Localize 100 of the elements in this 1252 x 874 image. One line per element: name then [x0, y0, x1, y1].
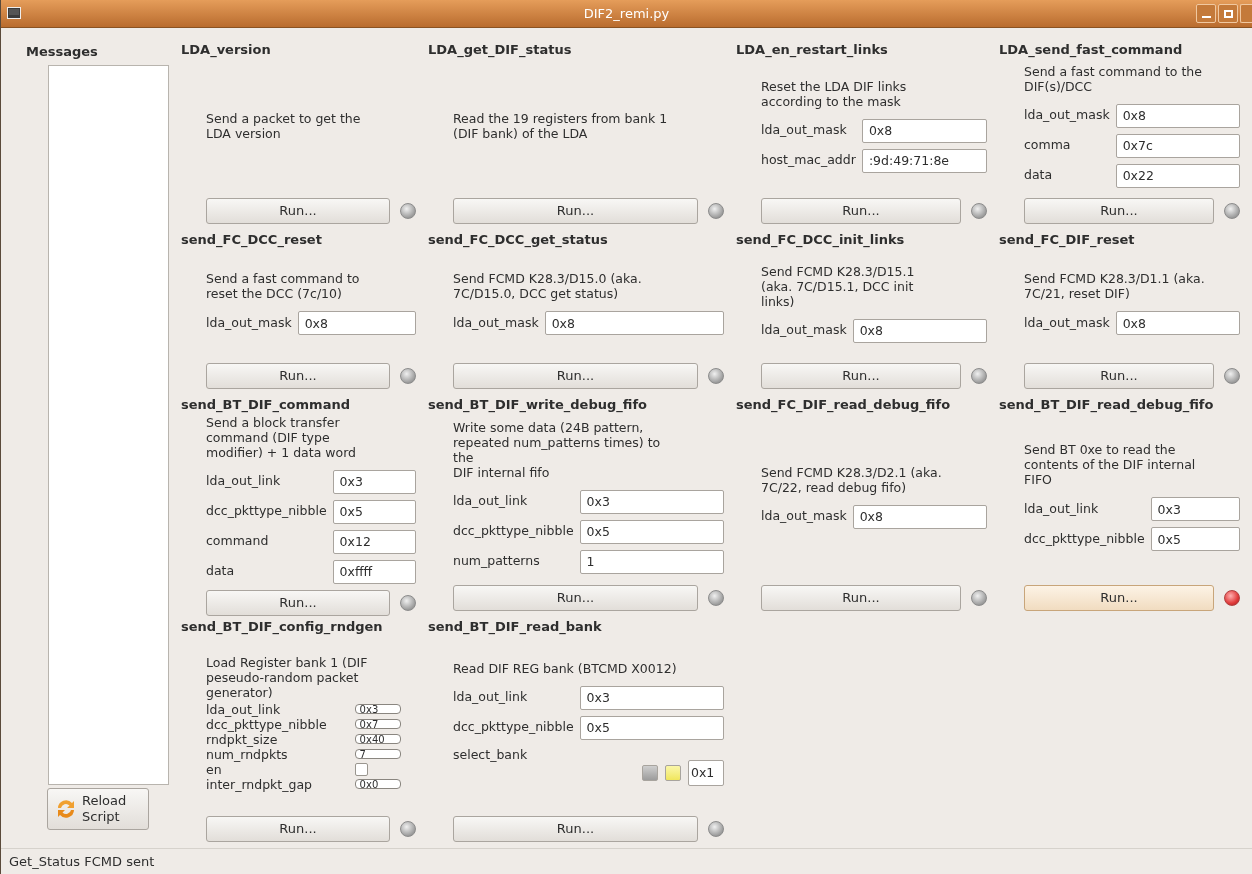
input-field[interactable]: :9d:49:71:8e: [861, 148, 987, 173]
run-button[interactable]: Run...: [453, 816, 698, 842]
input-field[interactable]: 0x0: [354, 779, 401, 790]
window-title: DIF2_remi.py: [583, 4, 670, 23]
field-label: lda_out_link: [1024, 499, 1100, 518]
field-label: en: [206, 761, 222, 777]
input-field[interactable]: 0x8: [1115, 311, 1240, 336]
field-label: num_patterns: [453, 552, 541, 571]
status-text: Get_Status FCMD sent: [9, 852, 155, 871]
input-field[interactable]: 0x8: [861, 118, 987, 143]
close-button[interactable]: [1240, 4, 1252, 23]
input-field[interactable]: 0x8: [852, 318, 987, 343]
field-label: lda_out_link: [453, 492, 529, 511]
input-field[interactable]: 0x8: [544, 311, 724, 336]
input-field[interactable]: 0x12: [332, 529, 416, 554]
input-field[interactable]: 0x8: [1115, 103, 1240, 128]
input-field[interactable]: 0x3: [1150, 497, 1240, 522]
description-text: Send a fast command to reset the DCC (7c/10): [206, 271, 361, 302]
input-field[interactable]: 0xffff: [332, 559, 416, 584]
run-button[interactable]: Run...: [761, 363, 961, 389]
run-button[interactable]: Run...: [453, 198, 698, 224]
input-field[interactable]: 0x3: [579, 489, 724, 514]
reload-script-button[interactable]: Reload Script: [47, 787, 149, 830]
description-text: Send a packet to get the LDA version: [206, 110, 362, 141]
panel-title: LDA_version: [181, 41, 272, 60]
input-field[interactable]: 0x5: [579, 519, 724, 544]
messages-heading: Messages: [26, 43, 99, 61]
field-label: dcc_pkttype_nibble: [453, 718, 574, 737]
description-text: Send a block transfer command (DIF type modifier) + 1 data word: [206, 414, 357, 460]
run-button[interactable]: Run...: [453, 585, 698, 611]
messages-list[interactable]: [48, 64, 169, 785]
field-label: command: [206, 532, 270, 551]
panel-title: send_FC_DCC_init_links: [736, 231, 906, 250]
input-field[interactable]: 0x7: [354, 719, 401, 730]
input-field[interactable]: 7: [354, 749, 401, 760]
input-field[interactable]: 0x3: [354, 704, 401, 715]
description-text: Reset the LDA DIF links according to the mask: [761, 78, 908, 109]
run-button[interactable]: Run...: [206, 816, 390, 842]
field-label: lda_out_link: [206, 701, 282, 717]
checkbox[interactable]: [354, 762, 368, 776]
field-label: dcc_pkttype_nibble: [453, 522, 574, 541]
panel-title: send_BT_DIF_config_rndgen: [181, 618, 384, 637]
run-button[interactable]: Run...: [453, 363, 698, 389]
maximize-button[interactable]: [1218, 4, 1238, 23]
field-label: num_rndpkts: [206, 746, 289, 762]
input-field[interactable]: 0x3: [332, 469, 416, 494]
panel-title: send_FC_DCC_get_status: [428, 231, 609, 250]
input-field[interactable]: 0x5: [1150, 527, 1240, 552]
run-button[interactable]: Run...: [1024, 363, 1214, 389]
field-label: lda_out_mask: [761, 121, 848, 140]
run-button[interactable]: Run...: [206, 589, 390, 616]
field-label: host_mac_addr: [761, 151, 856, 170]
field-label: comma: [1024, 136, 1072, 155]
input-field[interactable]: 0x8: [297, 311, 416, 336]
input-field[interactable]: 0x1: [688, 759, 724, 786]
panel-title: send_BT_DIF_write_debug_fifo: [428, 396, 649, 415]
input-field[interactable]: 0x40: [354, 734, 401, 745]
panel-title: LDA_send_fast_command: [999, 41, 1184, 60]
run-button[interactable]: Run...: [761, 585, 961, 611]
field-label: select_bank: [453, 745, 529, 764]
panel-title: send_FC_DIF_read_debug_fifo: [736, 396, 952, 415]
field-label: lda_out_link: [453, 688, 529, 707]
run-button[interactable]: Run...: [206, 363, 390, 389]
field-label: lda_out_mask: [453, 313, 539, 332]
field-label: inter_rndpkt_gap: [206, 776, 313, 792]
panel-title: send_FC_DIF_reset: [999, 231, 1136, 250]
run-button[interactable]: Run...: [1024, 198, 1214, 224]
run-button[interactable]: Run...: [206, 198, 390, 224]
description-text: Send FCMD K28.3/D15.0 (aka. 7C/D15.0, DCC get status): [453, 271, 643, 302]
panel-title: send_BT_DIF_command: [181, 396, 351, 415]
description-text: Write some data (24B pattern, repeated num_patterns times) to the DIF internal fifo: [453, 419, 662, 480]
input-field[interactable]: 1: [579, 549, 724, 574]
run-button[interactable]: Run...: [1024, 585, 1214, 611]
input-field[interactable]: 0x5: [579, 715, 724, 740]
description-text: Send FCMD K28.3/D2.1 (aka. 7C/22, read debug fifo): [761, 464, 943, 495]
description-text: Read DIF REG bank (BTCMD X0012): [453, 660, 678, 676]
field-label: lda_out_mask: [206, 313, 292, 332]
minimize-button[interactable]: [1196, 4, 1216, 23]
field-label: rndpkt_size: [206, 731, 278, 747]
panel-title: LDA_get_DIF_status: [428, 41, 573, 60]
field-label: dcc_pkttype_nibble: [206, 716, 327, 732]
field-label: lda_out_mask: [761, 507, 847, 526]
toggle-button[interactable]: [642, 764, 658, 781]
input-field[interactable]: 0x5: [332, 499, 416, 524]
description-text: Send BT 0xe to read the contents of the DIF internal FIFO: [1024, 442, 1197, 488]
input-field[interactable]: 0x7c: [1115, 133, 1240, 158]
toggle-button[interactable]: [665, 764, 681, 781]
input-field[interactable]: 0x8: [852, 504, 987, 529]
field-label: dcc_pkttype_nibble: [1024, 529, 1145, 548]
run-button[interactable]: Run...: [761, 198, 961, 224]
window-icon: [7, 7, 21, 19]
field-label: data: [1024, 166, 1054, 185]
field-label: lda_out_mask: [761, 321, 847, 340]
field-label: lda_out_mask: [1024, 313, 1110, 332]
description-text: Send FCMD K28.3/D1.1 (aka. 7C/21, reset DIF): [1024, 271, 1206, 302]
field-label: data: [206, 562, 236, 581]
description-text: Read the 19 registers from bank 1 (DIF bank) of the LDA: [453, 110, 669, 141]
input-field[interactable]: 0x22: [1115, 163, 1240, 188]
description-text: Send a fast command to the DIF(s)/DCC: [1024, 63, 1203, 94]
input-field[interactable]: 0x3: [579, 685, 724, 710]
